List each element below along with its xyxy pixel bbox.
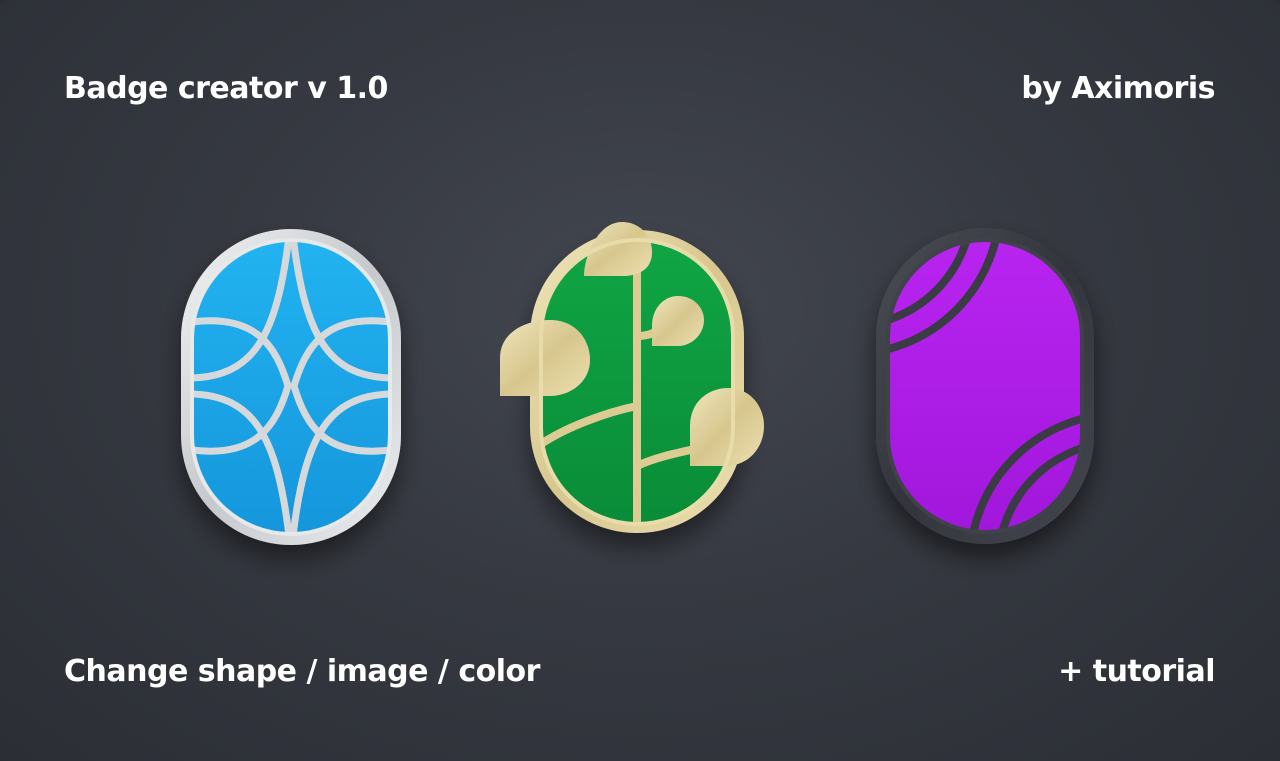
- tutorial-caption: + tutorial: [1058, 654, 1215, 689]
- blue-arcs-badge: [176, 226, 406, 546]
- author-credit: by Aximoris: [1021, 71, 1215, 106]
- purple-badge-graphic: [876, 228, 1094, 544]
- badge-face: [888, 240, 1082, 532]
- feature-caption: Change shape / image / color: [64, 654, 540, 689]
- purple-rings-badge: [870, 224, 1100, 546]
- blue-badge-graphic: [181, 229, 401, 545]
- app-title: Badge creator v 1.0: [64, 71, 388, 106]
- green-badge-graphic: [500, 222, 764, 533]
- canvas: Badge creator v 1.0 by Aximoris Change s…: [0, 0, 1280, 761]
- green-plant-badge: [498, 216, 768, 534]
